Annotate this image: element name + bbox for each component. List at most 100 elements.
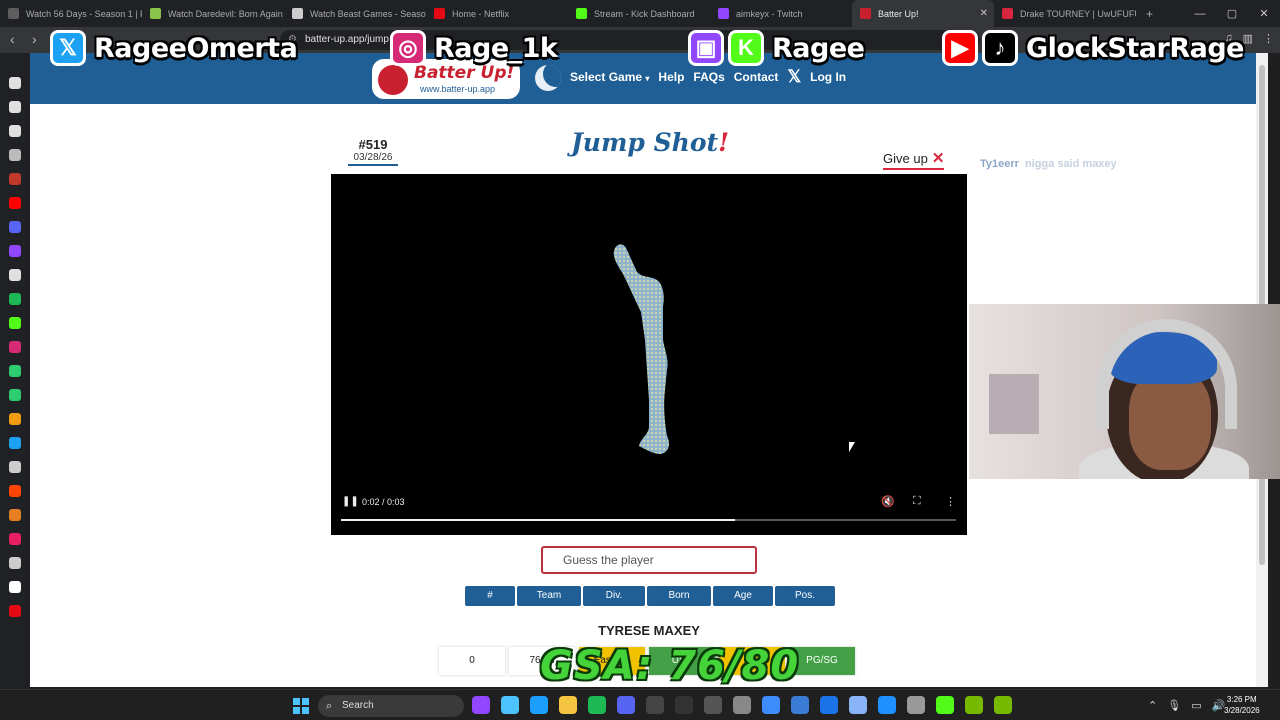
- sidebar-app-icon[interactable]: [9, 221, 21, 233]
- sidebar-app-icon[interactable]: [9, 509, 21, 521]
- taskbar-clock[interactable]: 3:26 PM 3/28/2026: [1224, 694, 1260, 716]
- taskbar-app-icon[interactable]: [646, 696, 664, 714]
- browser-tab[interactable]: Watch Beast Games - Season: [284, 0, 426, 27]
- sidebar-app-icon[interactable]: [9, 101, 21, 113]
- pause-icon[interactable]: ❚❚: [342, 496, 359, 507]
- webcam-overlay: [969, 304, 1280, 479]
- x-icon[interactable]: 𝕏: [787, 68, 801, 85]
- sidebar-app-icon[interactable]: [9, 197, 21, 209]
- tab-favicon-icon: [576, 8, 587, 19]
- back-icon[interactable]: ‹: [10, 31, 15, 47]
- puzzle-number-value: #519: [358, 137, 388, 152]
- taskbar-app-icon[interactable]: [849, 696, 867, 714]
- browser-tab[interactable]: Batter Up! ✕: [852, 0, 994, 27]
- sidebar-app-icon[interactable]: [9, 269, 21, 281]
- video-player[interactable]: ❚❚ 0:02 / 0:03 🔇 ⛶ ⋮: [331, 174, 967, 535]
- taskbar-app-icon[interactable]: [617, 696, 635, 714]
- sidebar-app-icon[interactable]: [9, 245, 21, 257]
- tab-label: aimkeyx - Twitch: [736, 8, 803, 19]
- nav-help[interactable]: Help: [658, 70, 684, 84]
- address-bar[interactable]: ⚙ batter-up.app/jump: [280, 30, 980, 50]
- maximize-button[interactable]: ▢: [1216, 7, 1248, 20]
- guess-input[interactable]: Guess the player: [541, 546, 757, 574]
- tray-chevron-icon[interactable]: ⌃: [1148, 699, 1157, 712]
- sidebar-app-icon[interactable]: [9, 125, 21, 137]
- game-title: Jump Shot!: [550, 128, 750, 157]
- sidebar-app-icon[interactable]: [9, 77, 21, 89]
- tab-label: Home - Netflix: [452, 8, 510, 19]
- browser-tab-strip: Watch 56 Days - Season 1 | Pri Watch Dare…: [0, 0, 1280, 27]
- tab-favicon-icon: [8, 8, 19, 19]
- taskbar-app-icon[interactable]: [994, 696, 1012, 714]
- network-icon[interactable]: ▭: [1191, 699, 1201, 712]
- taskbar-app-icon[interactable]: [762, 696, 780, 714]
- sidebar-app-icon[interactable]: [9, 389, 21, 401]
- more-options-icon[interactable]: ⋮: [945, 495, 956, 508]
- nav-contact[interactable]: Contact: [734, 70, 779, 84]
- windows-taskbar: ⌕ Search ⌃ 🎙 ▭ 🔊 3:26 PM 3/28/2026: [0, 689, 1280, 720]
- forward-icon[interactable]: ›: [32, 31, 37, 47]
- window-controls: — ▢ ✕: [1184, 0, 1280, 27]
- taskbar-search[interactable]: ⌕ Search: [318, 695, 464, 717]
- browser-tab[interactable]: Drake TOURNEY | UwUFUFU: [994, 0, 1136, 27]
- sidebar-app-icon[interactable]: [9, 173, 21, 185]
- room-shelf: [989, 374, 1039, 434]
- fullscreen-icon[interactable]: ⛶: [913, 495, 921, 508]
- microphone-icon[interactable]: 🎙: [1167, 699, 1181, 712]
- close-window-button[interactable]: ✕: [1248, 7, 1280, 20]
- attribute-header: #: [465, 586, 515, 606]
- sidebar-app-icon[interactable]: [9, 557, 21, 569]
- video-progress-bar[interactable]: [341, 519, 956, 521]
- sidebar-app-icon[interactable]: [9, 461, 21, 473]
- give-up-button[interactable]: Give up ✕: [883, 149, 945, 170]
- puzzle-date[interactable]: 03/28/26: [348, 152, 398, 166]
- x-logo-icon: 𝕏: [50, 30, 86, 66]
- taskbar-app-icon[interactable]: [472, 696, 490, 714]
- taskbar-app-icon[interactable]: [588, 696, 606, 714]
- browser-tab[interactable]: Home - Netflix: [426, 0, 568, 27]
- sidebar-app-icon[interactable]: [9, 365, 21, 377]
- taskbar-app-icon[interactable]: [704, 696, 722, 714]
- taskbar-app-icon[interactable]: [936, 696, 954, 714]
- tab-close-icon[interactable]: ✕: [980, 8, 988, 19]
- sidebar-app-icon[interactable]: [9, 341, 21, 353]
- browser-tab[interactable]: aimkeyx - Twitch: [710, 0, 852, 27]
- taskbar-app-icon[interactable]: [907, 696, 925, 714]
- sidebar-app-icon[interactable]: [9, 605, 21, 617]
- taskbar-app-icon[interactable]: [559, 696, 577, 714]
- browser-tab[interactable]: Watch Daredevil: Born Again |: [142, 0, 284, 27]
- taskbar-app-icon[interactable]: [878, 696, 896, 714]
- tab-favicon-icon: [292, 8, 303, 19]
- sidebar-app-icon[interactable]: [9, 413, 21, 425]
- taskbar-app-icon[interactable]: [530, 696, 548, 714]
- sidebar-app-icon[interactable]: [9, 317, 21, 329]
- sidebar-app-icon[interactable]: [9, 533, 21, 545]
- taskbar-app-icon[interactable]: [733, 696, 751, 714]
- mute-icon[interactable]: 🔇: [881, 495, 895, 508]
- minimize-button[interactable]: —: [1184, 8, 1216, 20]
- browser-tab[interactable]: Watch 56 Days - Season 1 | Pri: [0, 0, 142, 27]
- sidebar-app-icon[interactable]: [9, 437, 21, 449]
- taskbar-app-icon[interactable]: [791, 696, 809, 714]
- system-tray: ⌃ 🎙 ▭ 🔊: [1148, 699, 1225, 712]
- windows-start-icon[interactable]: [293, 698, 309, 714]
- social-handle-x: RageeOmerta: [94, 32, 298, 64]
- nav-faqs[interactable]: FAQs: [693, 70, 724, 84]
- taskbar-app-icon[interactable]: [965, 696, 983, 714]
- dark-mode-moon-icon[interactable]: [535, 65, 561, 91]
- sidebar-app-icon[interactable]: [9, 149, 21, 161]
- taskbar-app-icon[interactable]: [501, 696, 519, 714]
- browser-tab[interactable]: Stream - Kick Dashboard: [568, 0, 710, 27]
- taskbar-app-icon[interactable]: [820, 696, 838, 714]
- nav-login[interactable]: Log In: [810, 70, 846, 84]
- sidebar-icon[interactable]: ▥: [1243, 32, 1253, 45]
- new-tab-button[interactable]: +: [1146, 7, 1153, 21]
- sidebar-app-icon[interactable]: [9, 485, 21, 497]
- sidebar-app-icon[interactable]: [9, 293, 21, 305]
- taskbar-apps: [472, 696, 1012, 714]
- sidebar-app-icon[interactable]: [9, 581, 21, 593]
- taskbar-app-icon[interactable]: [675, 696, 693, 714]
- video-time: 0:02 / 0:03: [362, 497, 405, 507]
- menu-icon[interactable]: ⋮: [1263, 32, 1274, 45]
- nav-select-game[interactable]: Select Game ▾: [570, 70, 649, 84]
